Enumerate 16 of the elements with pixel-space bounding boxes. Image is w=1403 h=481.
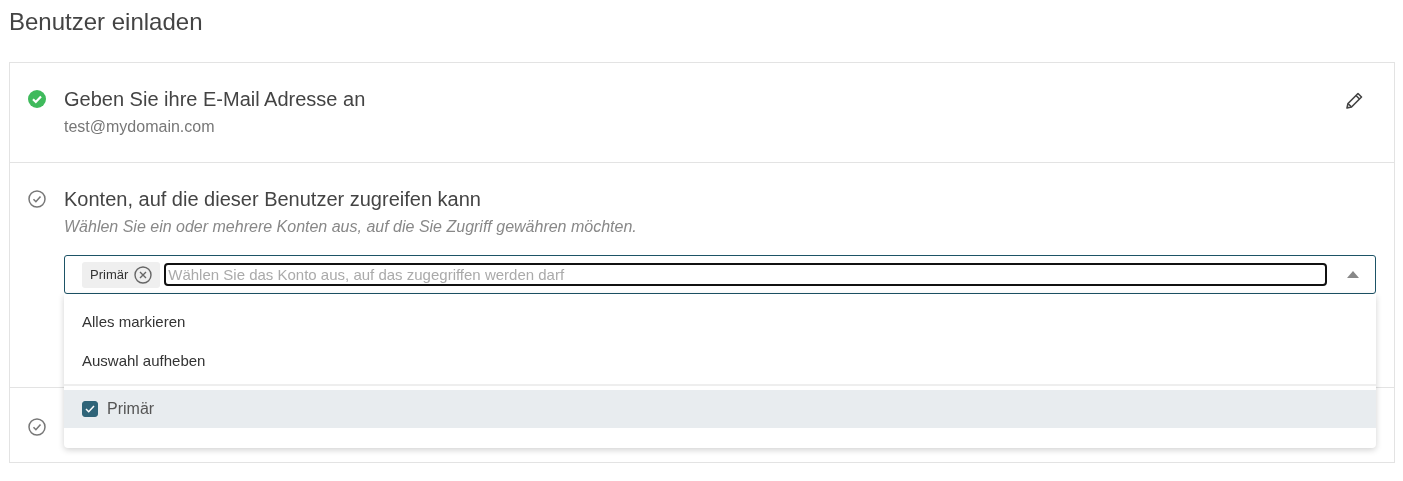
account-chip[interactable]: Primär <box>82 261 161 288</box>
step-value: test@mydomain.com <box>64 118 216 136</box>
checkbox[interactable] <box>82 401 98 417</box>
pencil-icon <box>1344 91 1364 111</box>
menu-item[interactable]: Alles markieren <box>64 302 1376 341</box>
step-title: Geben Sie ihre E-Mail Adresse an <box>64 87 367 111</box>
remove-icon <box>134 265 153 284</box>
account-select[interactable]: Primär Wählen Sie das Konto aus, auf das zugegriffen werden darf <box>64 255 1376 294</box>
search-field[interactable]: Wählen Sie das Konto aus, auf das zugegriffen werden darf <box>164 263 1327 286</box>
option-label: Primär <box>107 400 155 418</box>
step-hint: Wählen Sie ein oder mehrere Konten aus, auf die Sie Zugriff gewähren möchten. <box>64 218 638 236</box>
page-title: Benutzer einladen <box>9 7 204 37</box>
check-icon <box>85 405 95 413</box>
step-title: Konten, auf die dieser Benutzer zugreifen kann <box>64 187 482 211</box>
option-row[interactable]: Primär <box>64 390 1376 428</box>
menu-item[interactable]: Auswahl aufheben <box>64 341 1376 380</box>
